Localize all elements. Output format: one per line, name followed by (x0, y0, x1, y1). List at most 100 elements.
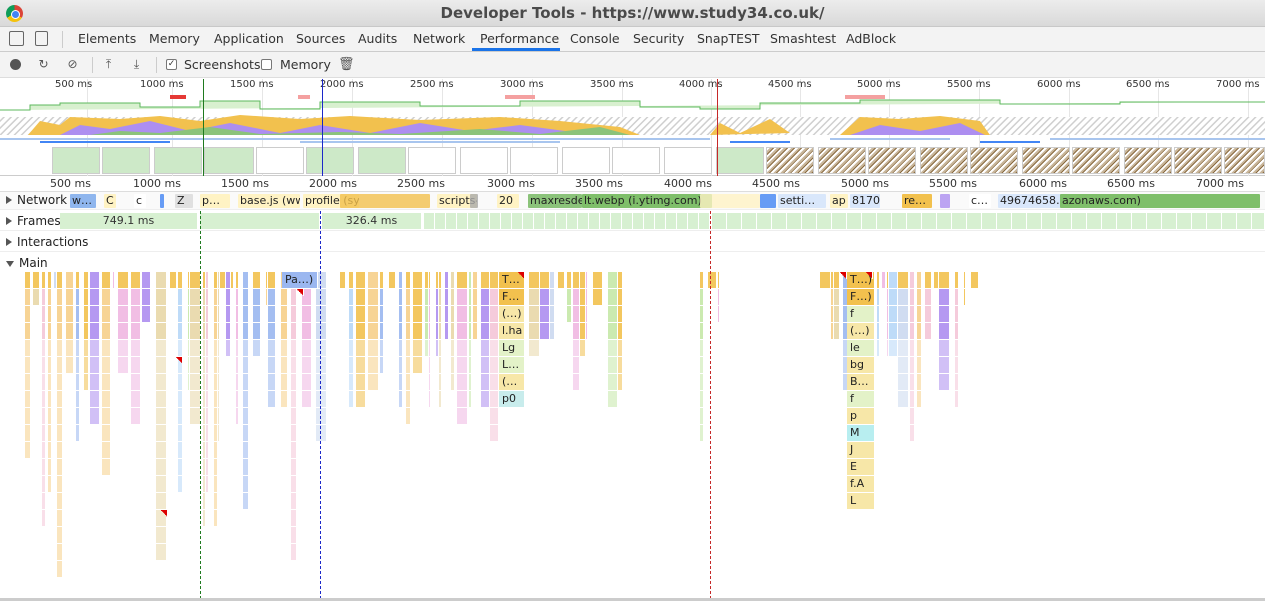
flame-block[interactable] (42, 493, 46, 509)
flame-block[interactable] (118, 357, 129, 373)
flame-block[interactable] (291, 306, 297, 322)
flame-block[interactable] (399, 323, 403, 339)
flame-block[interactable] (540, 272, 550, 288)
flame-block[interactable] (48, 442, 52, 458)
flame-block[interactable] (57, 323, 63, 339)
flame-block[interactable] (268, 391, 276, 407)
flame-block[interactable] (42, 323, 46, 339)
flame-block[interactable] (302, 306, 312, 322)
flame-block[interactable] (955, 357, 959, 373)
flame-block[interactable] (131, 323, 141, 339)
flame-call-block[interactable]: L… (499, 357, 525, 373)
flame-block[interactable] (356, 374, 366, 390)
flame-block[interactable] (291, 544, 297, 560)
flame-block[interactable] (368, 306, 379, 322)
network-request-bar[interactable]: lt.webp (i.ytimg.com) (582, 194, 712, 208)
flame-block[interactable] (76, 306, 80, 322)
flame-block[interactable] (48, 408, 52, 424)
screenshots-checkbox[interactable]: ✓ (166, 59, 177, 70)
flame-block[interactable] (236, 340, 239, 356)
flame-block[interactable] (877, 289, 880, 305)
flame-block[interactable] (206, 476, 209, 492)
flame-block[interactable] (66, 357, 74, 373)
flame-block[interactable] (939, 357, 950, 373)
flame-block[interactable] (291, 340, 297, 356)
flame-block[interactable] (469, 323, 472, 339)
flame-block[interactable] (142, 272, 151, 288)
flame-block[interactable] (413, 340, 423, 356)
flame-block[interactable] (302, 357, 312, 373)
flame-block[interactable] (608, 323, 618, 339)
flame-block[interactable] (291, 510, 297, 526)
frame-block[interactable] (424, 213, 710, 229)
flame-call-block[interactable]: (…) (499, 306, 525, 322)
flame-block[interactable] (490, 306, 499, 322)
flame-block[interactable] (349, 306, 354, 322)
tab-snaptest[interactable]: SnapTEST (697, 31, 760, 46)
flame-block[interactable] (490, 425, 499, 441)
flame-block[interactable] (451, 306, 455, 322)
flame-block[interactable] (349, 357, 354, 373)
network-track[interactable]: Network w…CcZp…base.js (wwwprofile (syrs… (0, 192, 1265, 210)
flame-block[interactable] (439, 323, 442, 339)
flame-block[interactable] (156, 374, 167, 390)
flame-block[interactable] (243, 340, 249, 356)
flame-block[interactable] (700, 408, 704, 424)
flame-block[interactable] (618, 289, 623, 305)
flame-block[interactable] (25, 391, 31, 407)
flame-block[interactable] (48, 425, 52, 441)
flame-block[interactable] (550, 323, 555, 339)
flame-block[interactable] (84, 374, 89, 390)
flame-block[interactable] (340, 272, 346, 288)
flame-block[interactable] (316, 408, 327, 424)
flame-block[interactable] (380, 306, 384, 322)
flame-block[interactable] (281, 374, 288, 390)
flame-block[interactable] (291, 374, 297, 390)
flame-block[interactable] (586, 272, 588, 288)
flame-block[interactable] (406, 374, 411, 390)
flame-block[interactable] (214, 510, 218, 526)
flame-block[interactable] (356, 357, 366, 373)
network-request-bar[interactable]: 81703 (fo (850, 194, 880, 208)
flame-block[interactable] (90, 340, 100, 356)
flame-block[interactable] (76, 374, 80, 390)
flame-call-block[interactable]: le (847, 340, 875, 356)
flame-block[interactable] (90, 323, 100, 339)
flame-block[interactable] (57, 442, 63, 458)
network-request-bar[interactable]: c… (969, 194, 991, 208)
flame-block[interactable] (889, 306, 898, 322)
flame-block[interactable] (291, 493, 297, 509)
flame-block[interactable] (33, 289, 40, 305)
flame-block[interactable] (399, 340, 403, 356)
flame-call-block[interactable]: M (847, 425, 875, 441)
flame-block[interactable] (457, 357, 468, 373)
flame-block[interactable] (57, 425, 63, 441)
flame-block[interactable] (25, 306, 31, 322)
expand-arrow-icon[interactable] (6, 238, 12, 246)
flame-block[interactable] (281, 357, 288, 373)
flame-block[interactable] (608, 272, 618, 288)
memory-checkbox[interactable] (261, 59, 272, 70)
flame-block[interactable] (206, 408, 209, 424)
flame-block[interactable] (608, 391, 618, 407)
flame-block[interactable] (457, 289, 468, 305)
flame-block[interactable] (608, 374, 618, 390)
flame-block[interactable] (429, 374, 431, 390)
flame-block[interactable] (76, 391, 80, 407)
flame-block[interactable] (42, 425, 46, 441)
flame-block[interactable] (156, 544, 167, 560)
flame-block[interactable] (316, 340, 327, 356)
flame-call-block[interactable]: J (847, 442, 875, 458)
flame-block[interactable] (90, 357, 100, 373)
flame-block[interactable] (131, 272, 141, 288)
flame-block[interactable] (236, 357, 239, 373)
flame-block[interactable] (529, 272, 540, 288)
flame-block[interactable] (90, 272, 100, 288)
flame-block[interactable] (380, 289, 384, 305)
flame-block[interactable] (76, 323, 80, 339)
flame-block[interactable] (451, 272, 455, 288)
flame-block[interactable] (25, 408, 31, 424)
flame-block[interactable] (253, 272, 261, 288)
flame-block[interactable] (302, 323, 312, 339)
flame-block[interactable] (156, 442, 167, 458)
